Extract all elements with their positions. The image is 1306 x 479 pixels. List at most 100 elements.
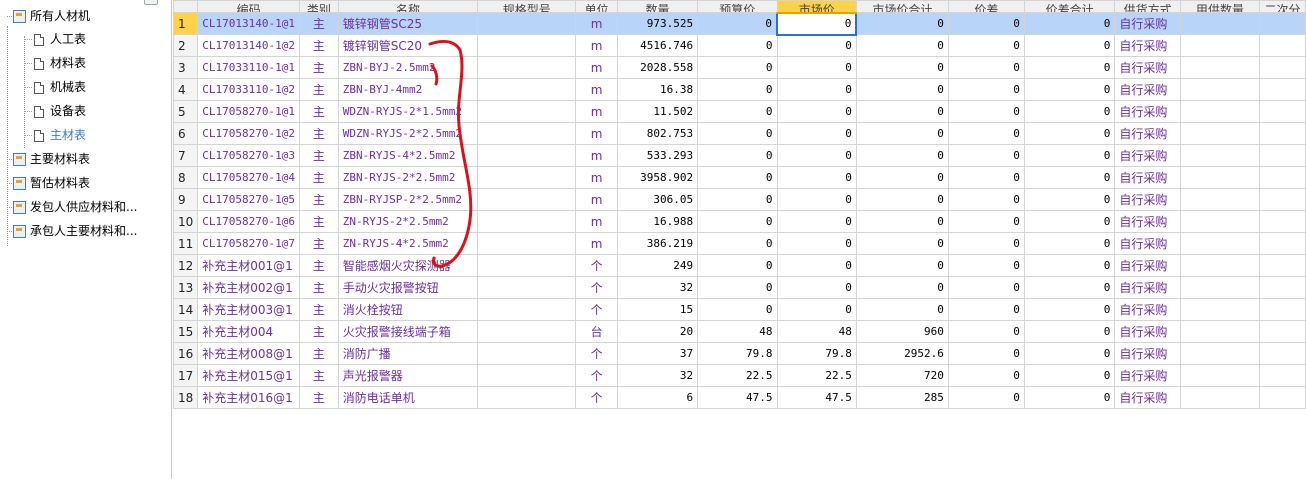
cell-budget-price[interactable]: 0 [697, 254, 778, 277]
cell-spec[interactable] [477, 298, 577, 321]
cell-market-price[interactable]: 0 [776, 166, 857, 189]
row-number[interactable]: 15 [173, 320, 199, 343]
cell-quantity[interactable]: 16.988 [616, 210, 699, 233]
header-quantity[interactable]: 数量 [616, 0, 699, 13]
cell-supply-method[interactable]: 自行采购 [1114, 210, 1181, 233]
row-number[interactable]: 10 [173, 210, 199, 233]
cell-name[interactable]: WDZN-RYJS-2*2.5mm2 [337, 122, 479, 145]
cell-secondary[interactable] [1258, 210, 1306, 233]
cell-type[interactable]: 主 [299, 188, 339, 211]
cell-budget-price[interactable]: 22.5 [697, 364, 778, 387]
cell-supply-method[interactable]: 自行采购 [1114, 298, 1181, 321]
cell-price-diff[interactable]: 0 [947, 100, 1025, 123]
cell-budget-price[interactable]: 48 [697, 320, 778, 343]
cell-owner-qty[interactable] [1179, 254, 1260, 277]
table-row[interactable]: 9 CL17058270-1@5 主 ZBN-RYJSP-2*2.5mm2 m 306.0… [173, 188, 1306, 211]
header-supply-method[interactable]: 供货方式 [1114, 0, 1181, 13]
cell-market-total[interactable]: 0 [855, 232, 949, 255]
table-row[interactable]: 11 CL17058270-1@7 主 ZN-RYJS-4*2.5mm2 m 386.21… [173, 232, 1306, 255]
table-row[interactable]: 15 补充主材004 主火灾报警接线端子箱台 20 48 48 960 0 0 自行采购 [173, 320, 1306, 343]
header-secondary[interactable]: 二次分 [1258, 0, 1306, 13]
cell-owner-qty[interactable] [1179, 100, 1260, 123]
cell-owner-qty[interactable] [1179, 342, 1260, 365]
cell-diff-total[interactable]: 0 [1023, 100, 1116, 123]
cell-code[interactable]: CL17058270-1@1 [197, 100, 300, 123]
cell-type[interactable]: 主 [299, 298, 339, 321]
cell-owner-qty[interactable] [1179, 364, 1260, 387]
cell-secondary[interactable] [1258, 386, 1306, 409]
cell-budget-price[interactable]: 0 [697, 122, 778, 145]
header-budget-price[interactable]: 预算价 [697, 0, 778, 13]
row-number[interactable]: 3 [173, 56, 199, 79]
cell-spec[interactable] [477, 122, 577, 145]
cell-unit[interactable]: 个 [575, 254, 618, 277]
cell-spec[interactable] [477, 320, 577, 343]
header-market-price[interactable]: 市场价 [776, 0, 857, 14]
table-row[interactable]: 8 CL17058270-1@4 主 ZBN-RYJS-2*2.5mm2 m 3958.9… [173, 166, 1306, 189]
cell-market-price[interactable]: 0 [776, 78, 857, 101]
cell-quantity[interactable]: 16.38 [616, 78, 699, 101]
cell-diff-total[interactable]: 0 [1023, 232, 1116, 255]
cell-market-price[interactable]: 47.5 [776, 386, 857, 409]
cell-type[interactable]: 主 [299, 254, 339, 277]
cell-unit[interactable]: m [575, 232, 618, 255]
header-type[interactable]: 类别 [299, 0, 339, 13]
cell-secondary[interactable] [1258, 188, 1306, 211]
cell-price-diff[interactable]: 0 [947, 320, 1025, 343]
cell-supply-method[interactable]: 自行采购 [1114, 100, 1181, 123]
cell-price-diff[interactable]: 0 [947, 12, 1025, 35]
cell-market-price[interactable]: 0 [776, 254, 857, 277]
cell-budget-price[interactable]: 0 [697, 78, 778, 101]
cell-secondary[interactable] [1258, 232, 1306, 255]
cell-supply-method[interactable]: 自行采购 [1114, 232, 1181, 255]
cell-market-price[interactable]: 0 [776, 122, 857, 145]
cell-owner-qty[interactable] [1179, 144, 1260, 167]
table-row[interactable]: 18 补充主材016@1 主消防电话单机个 6 47.5 47.5 285 0 0 自行采购 [173, 386, 1306, 409]
cell-price-diff[interactable]: 0 [947, 56, 1025, 79]
cell-name[interactable]: 镀锌钢管SC25 [337, 12, 479, 35]
cell-budget-price[interactable]: 0 [697, 100, 778, 123]
cell-market-price[interactable]: 0 [776, 34, 857, 57]
cell-quantity[interactable]: 32 [616, 276, 699, 299]
cell-code[interactable]: 补充主材016@1 [197, 386, 300, 409]
cell-quantity[interactable]: 15 [616, 298, 699, 321]
cell-spec[interactable] [477, 78, 577, 101]
cell-market-total[interactable]: 2952.6 [855, 342, 949, 365]
cell-market-total[interactable]: 960 [855, 320, 949, 343]
cell-price-diff[interactable]: 0 [947, 122, 1025, 145]
cell-diff-total[interactable]: 0 [1023, 342, 1116, 365]
cell-owner-qty[interactable] [1179, 210, 1260, 233]
tree-item[interactable]: 所有人材机 [0, 5, 90, 27]
cell-type[interactable]: 主 [299, 144, 339, 167]
cell-type[interactable]: 主 [299, 386, 339, 409]
cell-spec[interactable] [477, 386, 577, 409]
row-number[interactable]: 13 [173, 276, 199, 299]
cell-owner-qty[interactable] [1179, 320, 1260, 343]
cell-name[interactable]: ZBN-RYJSP-2*2.5mm2 [337, 188, 479, 211]
cell-code[interactable]: CL17033110-1@2 [197, 78, 300, 101]
tree-item[interactable]: 暂估材料表 [0, 172, 90, 194]
table-row[interactable]: 12 补充主材001@1 主智能感烟火灾探测器个 249 0 0 0 0 0 自行采购 [173, 254, 1306, 277]
cell-code[interactable]: CL17058270-1@7 [197, 232, 300, 255]
cell-price-diff[interactable]: 0 [947, 386, 1025, 409]
cell-name[interactable]: 火灾报警接线端子箱 [337, 320, 479, 343]
cell-unit[interactable]: m [575, 166, 618, 189]
cell-quantity[interactable]: 4516.746 [616, 34, 699, 57]
cell-supply-method[interactable]: 自行采购 [1114, 12, 1181, 35]
table-row[interactable]: 2 CL17013140-1@2 主镀锌钢管SC20 m 4516.746 0 0 0 0 0 自行… [173, 34, 1306, 57]
cell-price-diff[interactable]: 0 [947, 254, 1025, 277]
cell-spec[interactable] [477, 100, 577, 123]
row-number[interactable]: 6 [173, 122, 199, 145]
cell-type[interactable]: 主 [299, 78, 339, 101]
table-row[interactable]: 10 CL17058270-1@6 主 ZN-RYJS-2*2.5mm2 m 16.988… [173, 210, 1306, 233]
cell-market-price[interactable]: 0 [776, 232, 857, 255]
cell-diff-total[interactable]: 0 [1023, 276, 1116, 299]
cell-quantity[interactable]: 249 [616, 254, 699, 277]
cell-market-total[interactable]: 0 [855, 100, 949, 123]
cell-code[interactable]: CL17058270-1@4 [197, 166, 300, 189]
cell-price-diff[interactable]: 0 [947, 166, 1025, 189]
cell-name[interactable]: ZBN-RYJS-2*2.5mm2 [337, 166, 479, 189]
cell-type[interactable]: 主 [299, 342, 339, 365]
header-unit[interactable]: 单位 [575, 0, 618, 13]
cell-supply-method[interactable]: 自行采购 [1114, 188, 1181, 211]
